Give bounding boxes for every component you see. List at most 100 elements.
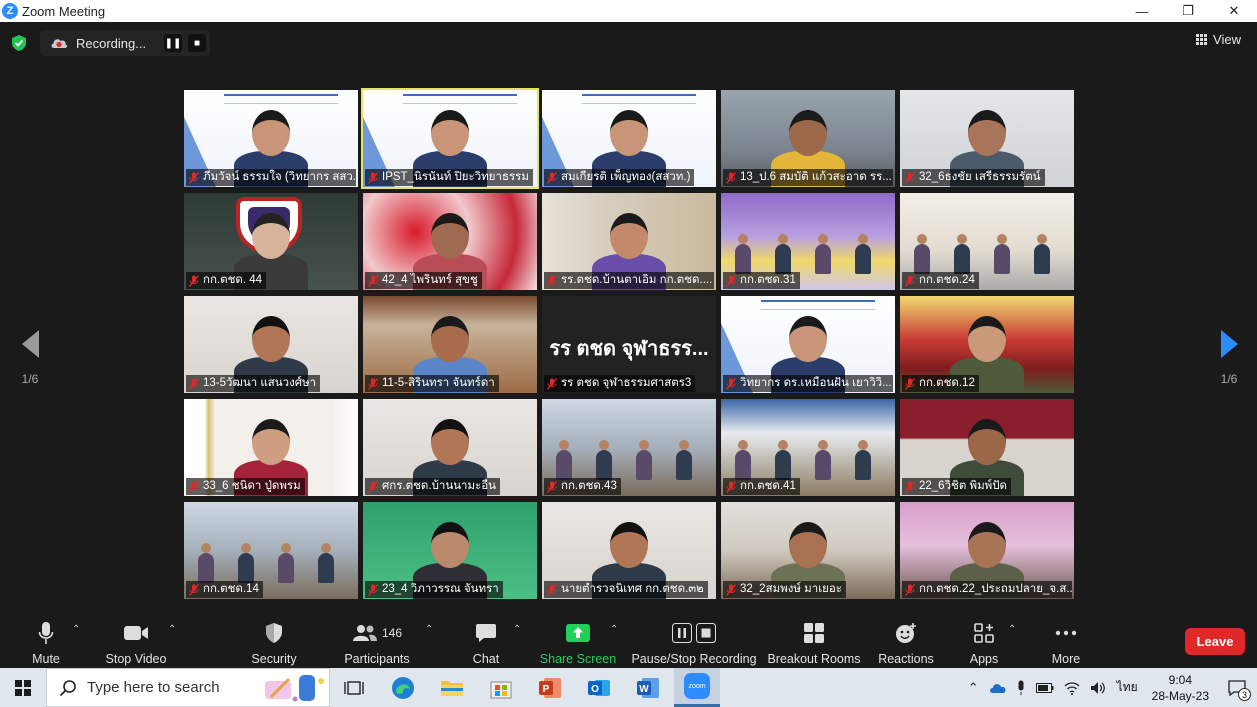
notification-count-badge: 3	[1238, 688, 1251, 701]
notifications-button[interactable]: 3	[1217, 668, 1257, 707]
svg-text:P: P	[543, 684, 550, 695]
participant-tile[interactable]: 11-5-สิรินทรา จันทร์ดา	[363, 296, 537, 393]
arrow-right-icon	[1220, 330, 1238, 358]
participant-face	[610, 522, 648, 568]
participant-tile[interactable]: กก.ตชด.12	[900, 296, 1074, 393]
participant-name-label: วิทยากร ดร.เหมือนฝัน เยาวิวิ...	[723, 375, 893, 392]
participant-tile[interactable]: กก.ตชด.14	[184, 502, 358, 599]
taskbar-powerpoint[interactable]: P	[527, 668, 573, 707]
taskbar-search-box[interactable]: Type here to search	[46, 668, 330, 707]
slide-header	[224, 94, 338, 104]
stop-video-button[interactable]: Stop Video	[104, 620, 168, 666]
background-person	[815, 234, 831, 274]
participant-tile[interactable]: 32_6ธงชัย เสรีธรรมรัตน์	[900, 90, 1074, 187]
mic-muted-icon	[368, 583, 378, 596]
video-gallery: ภีมวัจน์ ธรรมใจ (วิทยากร สสว... IPST_นิรน…	[184, 88, 1074, 602]
leave-button[interactable]: Leave	[1185, 628, 1245, 655]
previous-page-button[interactable]: 1/6	[16, 330, 44, 386]
reactions-button[interactable]: Reactions	[878, 620, 934, 666]
participant-tile[interactable]: ศกร.ตชด.บ้านนามะอื่น	[363, 399, 537, 496]
stop-recording-button[interactable]: ■	[188, 34, 206, 52]
share-screen-button[interactable]: Share Screen	[540, 620, 616, 666]
input-language[interactable]: ไทย	[1117, 678, 1138, 697]
taskbar-file-explorer[interactable]	[429, 668, 475, 707]
security-button[interactable]: Security	[250, 620, 298, 666]
participant-tile[interactable]: กก.ตชด.22_ประถมปลาย_จ.ส...	[900, 502, 1074, 599]
zoom-app-icon: zoom	[684, 673, 710, 699]
participant-tile[interactable]: นายตำรวจนิเทศ กก.ตชด.๓๒	[542, 502, 716, 599]
background-person	[994, 234, 1010, 274]
taskbar-word[interactable]: W	[625, 668, 671, 707]
show-hidden-icons-chevron-icon[interactable]: ⌃	[968, 680, 979, 696]
participant-face	[252, 110, 290, 156]
next-page-button[interactable]: 1/6	[1215, 330, 1243, 386]
chat-options-caret[interactable]: ⌃	[513, 624, 521, 635]
taskbar-clock[interactable]: 9:04 28-May-23	[1152, 672, 1209, 704]
taskbar-store[interactable]	[478, 668, 524, 707]
participant-tile[interactable]: วิทยากร ดร.เหมือนฝัน เยาวิวิ...	[721, 296, 895, 393]
apps-button[interactable]: Apps	[966, 620, 1002, 666]
participant-name: 23_4 วิภาวรรณ จันทรา	[382, 583, 499, 595]
participant-tile[interactable]: รร.ตชด.บ้านตาเอิม กก.ตชด....	[542, 193, 716, 290]
clock-date: 28-May-23	[1151, 688, 1209, 703]
page-indicator-left: 1/6	[21, 372, 39, 386]
window-title: Zoom Meeting	[22, 3, 106, 19]
more-dots-icon	[1055, 630, 1077, 636]
mute-button[interactable]: Mute	[26, 620, 66, 666]
mic-muted-icon	[189, 583, 199, 596]
participant-tile[interactable]: สมเกียรติ เพ็ญทอง(สสวท.)	[542, 90, 716, 187]
speaker-icon[interactable]	[1090, 681, 1106, 695]
search-placeholder: Type here to search	[87, 679, 220, 696]
onedrive-cloud-icon[interactable]	[989, 682, 1007, 694]
participants-button[interactable]: 146 Participants	[344, 620, 410, 666]
recording-indicator: Recording... ❚❚ ■	[40, 30, 210, 56]
restore-button[interactable]: ❐	[1165, 0, 1211, 22]
tray-microphone-icon[interactable]	[1016, 680, 1026, 696]
breakout-rooms-label: Breakout Rooms	[767, 652, 861, 666]
participant-tile[interactable]: กก.ตชด.41	[721, 399, 895, 496]
more-button[interactable]: More	[1048, 620, 1084, 666]
participants-options-caret[interactable]: ⌃	[425, 624, 433, 635]
participant-name: 11-5-สิรินทรา จันทร์ดา	[382, 377, 495, 389]
participant-tile[interactable]: 22_6วิชิต พิมพ์ปัด	[900, 399, 1074, 496]
wifi-icon[interactable]	[1064, 681, 1080, 695]
participant-tile[interactable]: กก.ตชด.43	[542, 399, 716, 496]
participant-tile[interactable]: 23_4 วิภาวรรณ จันทรา	[363, 502, 537, 599]
video-options-caret[interactable]: ⌃	[168, 624, 176, 635]
apps-options-caret[interactable]: ⌃	[1008, 624, 1016, 635]
pause-stop-recording-button[interactable]: Pause/Stop Recording	[631, 620, 757, 666]
taskbar-zoom[interactable]: zoom	[674, 668, 720, 707]
start-button[interactable]	[0, 668, 46, 707]
battery-icon[interactable]	[1035, 682, 1054, 693]
background-person	[735, 234, 751, 274]
participant-tile[interactable]: กก.ตชด.31	[721, 193, 895, 290]
participant-tile[interactable]: IPST_นิรนันท์ ปิยะวิทยาธรรม	[361, 88, 539, 189]
chat-button[interactable]: Chat	[466, 620, 506, 666]
audio-options-caret[interactable]: ⌃	[72, 624, 80, 635]
participant-tile[interactable]: กก.ตชด.24	[900, 193, 1074, 290]
participant-tile[interactable]: 42_4 ไพรินทร์ สุขชู	[363, 193, 537, 290]
participant-tile[interactable]: 13_ป.6 สมบัติ แก้วสะอาด รร...	[721, 90, 895, 187]
breakout-rooms-button[interactable]: Breakout Rooms	[767, 620, 861, 666]
participant-tile[interactable]: 32_2สมพงษ์ มาเยอะ	[721, 502, 895, 599]
participant-tile[interactable]: 33_6 ชนิดา ปู่ดพรม	[184, 399, 358, 496]
taskbar-outlook[interactable]: O	[576, 668, 622, 707]
mic-muted-icon	[189, 171, 199, 184]
recording-label: Recording...	[76, 35, 147, 51]
participant-face	[968, 110, 1006, 156]
participant-tile[interactable]: รร ตชด จุฬาธรร... รร ตชด จุฬาธรรมศาสตร3	[542, 296, 716, 393]
close-button[interactable]: ✕	[1211, 0, 1257, 22]
share-options-caret[interactable]: ⌃	[610, 624, 618, 635]
view-button[interactable]: View	[1196, 32, 1241, 47]
encryption-shield-icon[interactable]	[10, 34, 28, 52]
participant-face	[252, 213, 290, 259]
background-person	[1034, 234, 1050, 274]
pause-recording-button[interactable]: ❚❚	[164, 34, 182, 52]
task-view-button[interactable]	[331, 668, 377, 707]
participant-tile[interactable]: กก.ตชด. 44	[184, 193, 358, 290]
participant-name: กก.ตชด.41	[740, 480, 796, 492]
minimize-button[interactable]: —	[1119, 0, 1165, 22]
taskbar-edge[interactable]	[380, 668, 426, 707]
participant-tile[interactable]: 13-5วัฒนา แสนวงศ์ษา	[184, 296, 358, 393]
participant-tile[interactable]: ภีมวัจน์ ธรรมใจ (วิทยากร สสว...	[184, 90, 358, 187]
